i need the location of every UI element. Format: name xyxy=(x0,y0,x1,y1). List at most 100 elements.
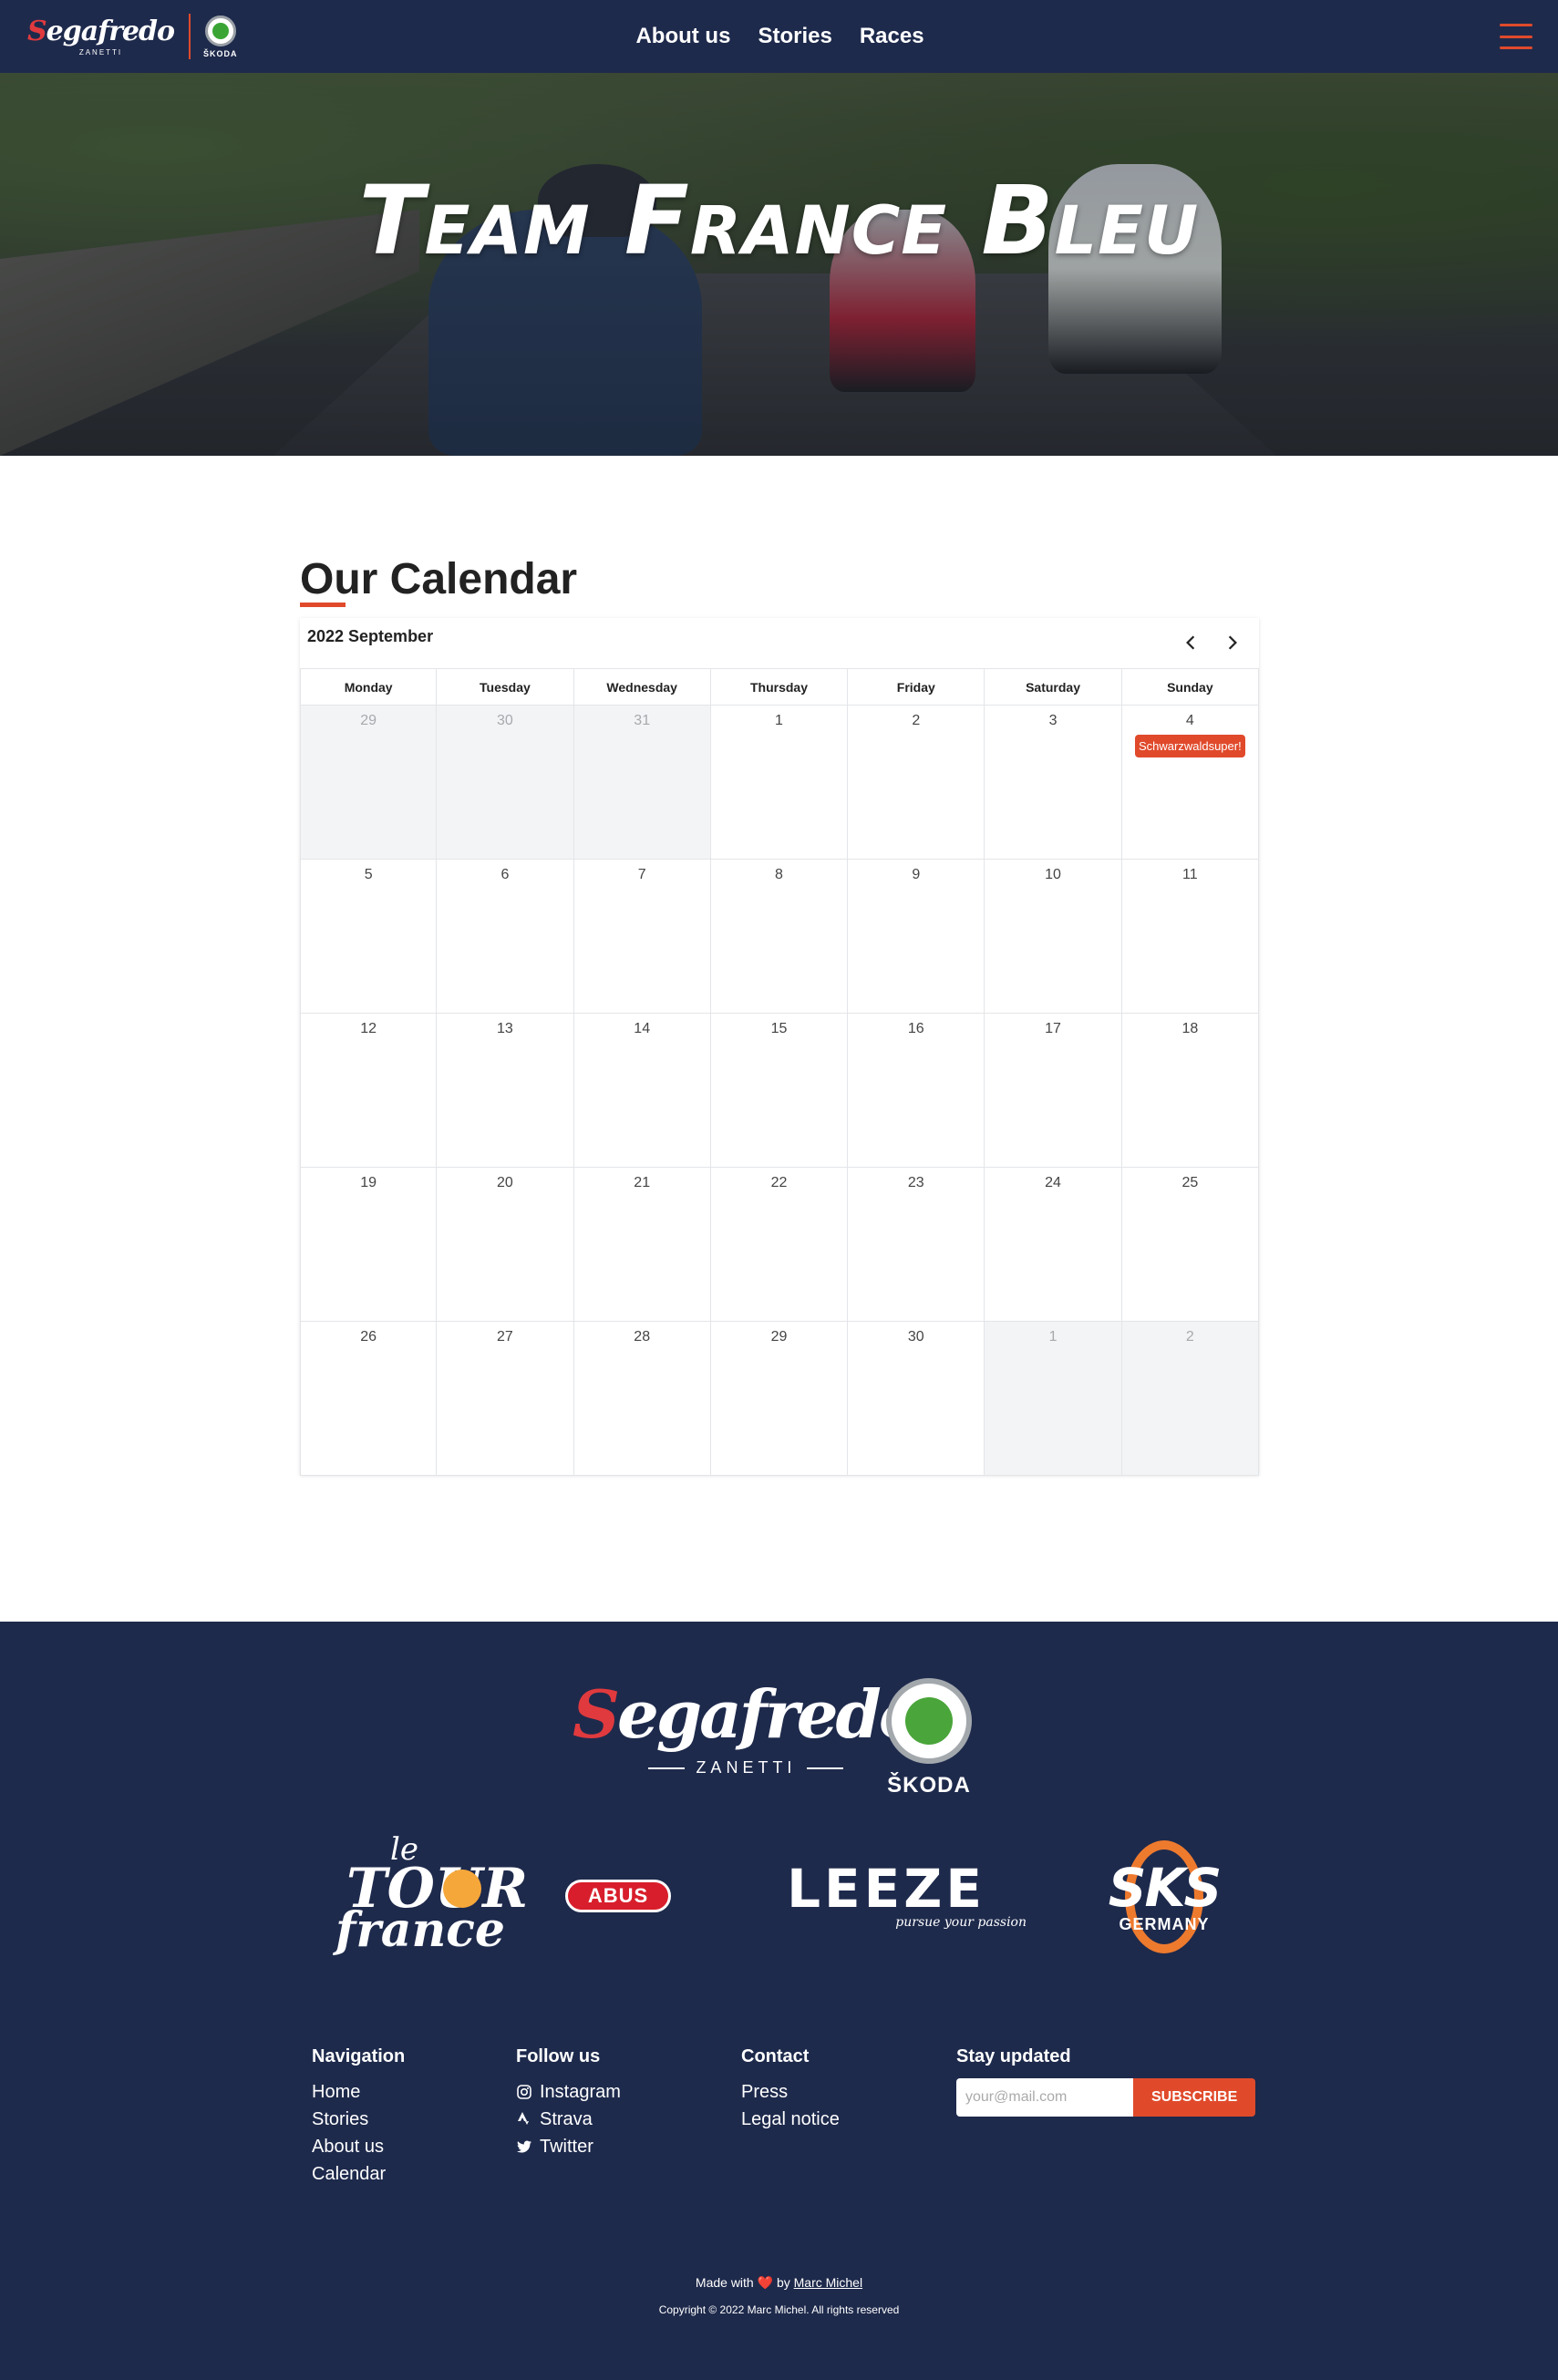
calendar-day-cell[interactable]: 20 xyxy=(437,1168,574,1321)
hamburger-menu-icon[interactable] xyxy=(1500,24,1532,49)
calendar-day-cell[interactable]: 19 xyxy=(300,1168,438,1321)
day-number: 4 xyxy=(1185,713,1194,728)
calendar-day-cell[interactable]: 18 xyxy=(1122,1014,1259,1167)
footer-link-strava[interactable]: Strava xyxy=(516,2106,621,2133)
footer-follow-us: Follow us Instagram Strava Twitter xyxy=(516,2045,621,2160)
calendar-day-cell[interactable]: 10 xyxy=(985,860,1122,1013)
weekday-sunday: Sunday xyxy=(1122,669,1259,705)
footer-navigation: Navigation Home Stories About us Calenda… xyxy=(312,2045,405,2188)
calendar-event[interactable]: Schwarzwaldsuper! xyxy=(1134,735,1245,757)
calendar-day-cell[interactable]: 11 xyxy=(1122,860,1259,1013)
calendar-day-cell[interactable]: 31 xyxy=(573,706,711,859)
day-number: 2 xyxy=(912,713,921,728)
calendar-next-button[interactable] xyxy=(1219,629,1246,656)
day-number: 13 xyxy=(497,1021,513,1036)
weekday-header-row: Monday Tuesday Wednesday Thursday Friday… xyxy=(300,669,1259,706)
hero-title: Team France Bleu xyxy=(358,165,1200,276)
day-number: 28 xyxy=(634,1329,651,1345)
day-number: 14 xyxy=(634,1021,651,1036)
tour-de-france-logo[interactable]: le TOUR france xyxy=(326,1831,528,1968)
calendar-day-cell[interactable]: 7 xyxy=(574,860,711,1013)
day-number: 2 xyxy=(1185,1329,1194,1345)
calendar-day-cell[interactable]: 29 xyxy=(300,706,438,859)
calendar-day-cell[interactable]: 2 xyxy=(1121,1322,1259,1475)
calendar-day-cell[interactable]: 9 xyxy=(848,860,985,1013)
footer-link-calendar[interactable]: Calendar xyxy=(312,2160,405,2188)
calendar-day-cell[interactable]: 5 xyxy=(300,860,438,1013)
calendar-day-cell[interactable]: 3 xyxy=(985,706,1122,859)
calendar-day-cell[interactable]: 24 xyxy=(985,1168,1122,1321)
calendar-day-cell[interactable]: 8 xyxy=(711,860,849,1013)
footer-link-twitter[interactable]: Twitter xyxy=(516,2133,621,2160)
calendar-week-row: 26 27 28 29 30 1 2 xyxy=(300,1322,1259,1476)
sks-wordmark: SKS xyxy=(1108,1856,1222,1919)
author-link[interactable]: Marc Michel xyxy=(794,2275,862,2290)
nav-stories[interactable]: Stories xyxy=(758,24,831,49)
footer-segafredo-logo[interactable]: Segafredo ZANETTI xyxy=(573,1678,923,1777)
footer-contact-heading: Contact xyxy=(741,2046,810,2066)
sks-germany-logo[interactable]: SKS GERMANY xyxy=(1098,1840,1231,1953)
calendar-day-cell[interactable]: 30 xyxy=(437,706,574,859)
weekday-friday: Friday xyxy=(848,669,985,705)
calendar-day-cell[interactable]: 28 xyxy=(574,1322,711,1475)
day-number: 22 xyxy=(770,1175,788,1190)
footer-link-home[interactable]: Home xyxy=(312,2078,405,2106)
made-with-credit: Made with ❤️ by Marc Michel xyxy=(695,2275,863,2290)
calendar-day-cell[interactable]: 29 xyxy=(711,1322,849,1475)
footer-skoda-logo[interactable]: ŠKODA xyxy=(886,1678,972,1798)
calendar-day-cell[interactable]: 12 xyxy=(300,1014,438,1167)
calendar-day-cell[interactable]: 25 xyxy=(1122,1168,1259,1321)
weekday-tuesday: Tuesday xyxy=(437,669,574,705)
day-number: 1 xyxy=(775,713,783,728)
calendar-day-cell[interactable]: 1 xyxy=(711,706,849,859)
footer-link-press[interactable]: Press xyxy=(741,2078,840,2106)
strava-icon xyxy=(518,2112,529,2125)
calendar-day-cell[interactable]: 6 xyxy=(437,860,574,1013)
weekday-saturday: Saturday xyxy=(985,669,1122,705)
calendar-day-cell[interactable]: 22 xyxy=(711,1168,849,1321)
chevron-left-icon xyxy=(1186,635,1195,650)
calendar-day-cell[interactable]: 17 xyxy=(985,1014,1122,1167)
day-number: 24 xyxy=(1045,1175,1061,1190)
day-number: 1 xyxy=(1048,1329,1058,1345)
calendar-day-cell[interactable]: 23 xyxy=(848,1168,985,1321)
calendar-section-title: Our Calendar xyxy=(300,555,578,603)
abus-logo[interactable]: ABUS xyxy=(565,1880,671,1912)
calendar-prev-button[interactable] xyxy=(1177,629,1204,656)
nav-races[interactable]: Races xyxy=(860,24,924,49)
subscribe-button[interactable]: SUBSCRIBE xyxy=(1133,2078,1256,2117)
day-number: 20 xyxy=(497,1175,513,1190)
weekday-wednesday: Wednesday xyxy=(574,669,711,705)
newsletter-email-input[interactable] xyxy=(956,2078,1133,2117)
calendar-day-cell[interactable]: 21 xyxy=(574,1168,711,1321)
calendar-day-cell[interactable]: 4 Schwarzwaldsuper! xyxy=(1122,706,1259,859)
calendar-day-cell[interactable]: 13 xyxy=(437,1014,574,1167)
hero-banner: Team France Bleu xyxy=(0,73,1558,456)
calendar-week-row: 19 20 21 22 23 24 25 xyxy=(300,1168,1259,1322)
day-number: 19 xyxy=(360,1175,377,1190)
sks-germany-label: GERMANY xyxy=(1119,1914,1210,1933)
day-number: 31 xyxy=(634,713,651,728)
nav-about-us[interactable]: About us xyxy=(635,24,730,49)
calendar-day-cell[interactable]: 27 xyxy=(437,1322,574,1475)
day-number: 27 xyxy=(497,1329,513,1345)
leeze-tagline: pursue your passion xyxy=(895,1915,1027,1930)
day-number: 7 xyxy=(637,867,646,882)
calendar-day-cell[interactable]: 2 xyxy=(848,706,985,859)
calendar-day-cell[interactable]: 14 xyxy=(574,1014,711,1167)
footer-link-about-us[interactable]: About us xyxy=(312,2133,405,2160)
skoda-emblem-icon xyxy=(886,1678,972,1764)
day-number: 5 xyxy=(364,867,373,882)
calendar-day-cell[interactable]: 1 xyxy=(985,1322,1122,1475)
footer-link-instagram[interactable]: Instagram xyxy=(516,2078,621,2106)
footer-link-legal-notice[interactable]: Legal notice xyxy=(741,2106,840,2133)
leeze-logo[interactable]: LEEZE pursue your passion xyxy=(742,1860,1030,1932)
calendar-day-cell[interactable]: 15 xyxy=(711,1014,849,1167)
calendar-month-label: 2022 September xyxy=(307,627,434,645)
calendar-week-row: 12 13 14 15 16 17 18 xyxy=(300,1014,1259,1168)
calendar-day-cell[interactable]: 16 xyxy=(848,1014,985,1167)
calendar-day-cell[interactable]: 26 xyxy=(300,1322,438,1475)
calendar-day-cell[interactable]: 30 xyxy=(848,1322,985,1475)
footer-link-stories[interactable]: Stories xyxy=(312,2106,405,2133)
calendar: 2022 September Monday Tuesday Wednesday … xyxy=(300,618,1259,1476)
